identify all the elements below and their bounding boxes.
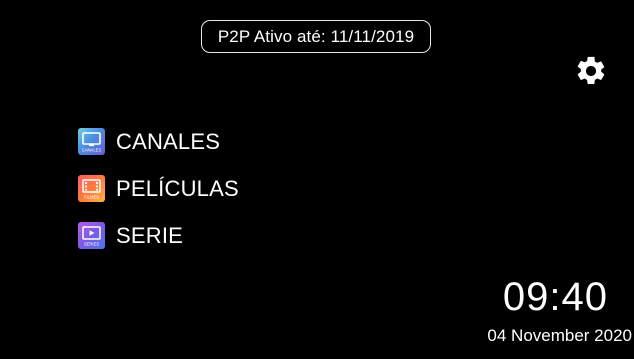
subscription-status-badge: P2P Ativo até: 11/11/2019 xyxy=(201,20,431,53)
menu-item-serie[interactable]: SERIES SERIE xyxy=(78,212,239,259)
subscription-status-text: P2P Ativo até: 11/11/2019 xyxy=(217,26,415,46)
tv-icon: CANALES xyxy=(78,128,105,155)
menu-item-label: CANALES xyxy=(116,128,221,154)
gear-icon xyxy=(574,54,608,88)
clock-time: 09:40 xyxy=(502,275,608,319)
main-menu: CANALES CANALES FILMES PELÍCULAS SERIES … xyxy=(78,118,239,259)
settings-button[interactable] xyxy=(574,54,608,88)
series-icon-caption: SERIES xyxy=(84,242,100,247)
film-icon-caption: FILMES xyxy=(84,195,99,200)
menu-item-label: PELÍCULAS xyxy=(116,175,239,201)
tv-icon-caption: CANALES xyxy=(82,148,102,153)
menu-item-label: SERIE xyxy=(116,222,184,248)
menu-item-peliculas[interactable]: FILMES PELÍCULAS xyxy=(78,165,239,212)
film-icon: FILMES xyxy=(78,175,105,202)
menu-item-canales[interactable]: CANALES CANALES xyxy=(78,118,239,165)
series-play-icon: SERIES xyxy=(78,222,105,249)
clock-date: 04 November 2020 xyxy=(487,326,632,345)
